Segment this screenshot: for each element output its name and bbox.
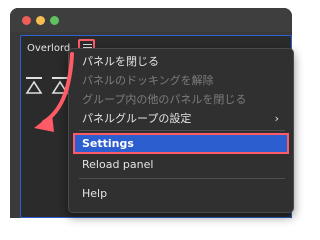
menu-item-close-panel[interactable]: パネルを閉じる bbox=[75, 53, 287, 70]
menu-item-reload-panel[interactable]: Reload panel bbox=[75, 156, 287, 173]
menu-item-help[interactable]: Help bbox=[75, 185, 287, 202]
zoom-window-button[interactable] bbox=[50, 16, 59, 25]
menu-separator bbox=[79, 130, 285, 131]
align-triangle-icon[interactable] bbox=[25, 76, 47, 96]
menu-item-close-others-in-group: グループ内の他のパネルを閉じる bbox=[82, 93, 247, 106]
minimize-window-button[interactable] bbox=[36, 16, 45, 25]
menu-item-undock-panel: パネルのドッキングを解除 bbox=[82, 74, 214, 87]
menu-separator bbox=[79, 178, 285, 179]
menu-item-settings[interactable]: Settings bbox=[73, 133, 289, 154]
chevron-right-icon: › bbox=[274, 112, 279, 125]
window-titlebar bbox=[10, 8, 292, 32]
panel-title: Overlord bbox=[27, 43, 71, 54]
panel-flyout-menu: パネルを閉じる パネルのドッキングを解除 グループ内の他のパネルを閉じる パネル… bbox=[68, 48, 294, 213]
menu-item-panel-group-settings[interactable]: パネルグループの設定 › bbox=[75, 110, 287, 127]
close-window-button[interactable] bbox=[22, 16, 31, 25]
